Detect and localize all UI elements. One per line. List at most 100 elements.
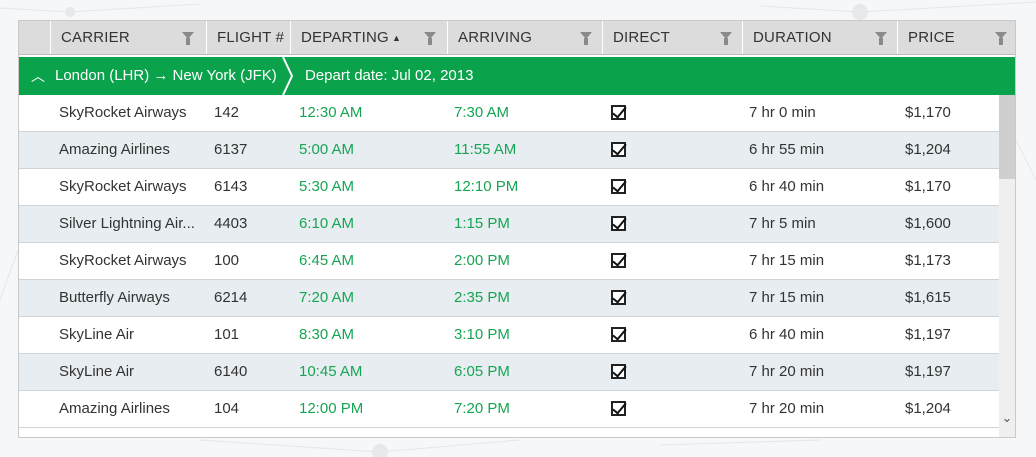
checkbox-checked-icon <box>611 364 626 379</box>
duration-cell: 7 hr 20 min <box>749 400 825 417</box>
checkbox-checked-icon <box>611 327 626 342</box>
vertical-scrollbar[interactable]: ⌄ <box>999 95 1015 437</box>
duration-cell: 7 hr 5 min <box>749 215 816 232</box>
duration-cell: 7 hr 0 min <box>749 104 816 121</box>
flight-cell: 6143 <box>214 178 248 195</box>
column-header-row: CARRIER FLIGHT # DEPARTING ▲ ARRIVING DIR… <box>19 21 1015 55</box>
arriving-cell: 11:55 AM <box>454 141 517 158</box>
group-depart-date: Depart date: Jul 02, 2013 <box>305 67 474 84</box>
table-row[interactable]: Silver Lightning Air... 4403 6:10 AM 1:15 P… <box>19 206 999 243</box>
table-row[interactable]: SkyRocket Airways 142 12:30 AM 7:30 AM 7 hr … <box>19 95 999 132</box>
table-row[interactable]: SkyLine Air 101 8:30 AM 3:10 PM 6 hr 40 min $… <box>19 317 999 354</box>
departing-cell: 6:10 AM <box>299 215 355 232</box>
scrollbar-thumb[interactable] <box>999 95 1015 179</box>
price-cell: $1,170 <box>905 178 951 195</box>
column-label: CARRIER <box>61 29 130 46</box>
departing-cell: 10:45 AM <box>299 363 363 380</box>
column-label: DEPARTING <box>301 29 389 46</box>
checkbox-checked-icon <box>611 401 626 416</box>
carrier-cell: SkyLine Air <box>59 326 135 343</box>
flights-grid: CARRIER FLIGHT # DEPARTING ▲ ARRIVING DIR… <box>18 20 1016 438</box>
price-cell: $1,615 <box>905 289 951 306</box>
arriving-cell: 6:05 PM <box>454 363 510 380</box>
duration-cell: 7 hr 15 min <box>749 252 825 269</box>
column-header-arriving[interactable]: ARRIVING <box>447 21 602 54</box>
carrier-cell: Silver Lightning Air... <box>59 215 195 232</box>
price-cell: $1,197 <box>905 326 951 343</box>
funnel-icon[interactable] <box>995 32 1007 45</box>
price-cell: $1,197 <box>905 363 951 380</box>
price-cell: $1,173 <box>905 252 951 269</box>
price-cell: $1,600 <box>905 215 951 232</box>
duration-cell: 6 hr 55 min <box>749 141 825 158</box>
duration-cell: 6 hr 40 min <box>749 178 825 195</box>
flight-cell: 101 <box>214 326 240 343</box>
departing-cell: 8:30 AM <box>299 326 355 343</box>
header-spacer <box>19 21 50 54</box>
departing-cell: 7:20 AM <box>299 289 355 306</box>
price-cell: $1,204 <box>905 400 951 417</box>
grid-body: SkyRocket Airways 142 12:30 AM 7:30 AM 7 hr … <box>19 95 999 437</box>
table-row[interactable]: Amazing Airlines 104 12:00 PM 7:20 PM 7 hr 2… <box>19 391 999 428</box>
arriving-cell: 7:20 PM <box>454 400 510 417</box>
departing-cell: 5:30 AM <box>299 178 355 195</box>
carrier-cell: SkyRocket Airways <box>59 178 187 195</box>
checkbox-checked-icon <box>611 142 626 157</box>
chevron-up-icon[interactable]: ︿ <box>31 57 45 95</box>
departing-cell: 5:00 AM <box>299 141 355 158</box>
duration-cell: 7 hr 20 min <box>749 363 825 380</box>
flight-cell: 6214 <box>214 289 248 306</box>
funnel-icon[interactable] <box>424 32 436 45</box>
carrier-cell: Butterfly Airways <box>59 289 170 306</box>
departing-cell: 6:45 AM <box>299 252 355 269</box>
column-header-carrier[interactable]: CARRIER <box>50 21 206 54</box>
table-row[interactable]: SkyRocket Airways 100 6:45 AM 2:00 PM 7 hr 1… <box>19 243 999 280</box>
arriving-cell: 7:30 AM <box>454 104 510 121</box>
carrier-cell: SkyRocket Airways <box>59 252 187 269</box>
carrier-cell: SkyLine Air <box>59 363 135 380</box>
carrier-cell: Amazing Airlines <box>59 400 170 417</box>
checkbox-checked-icon <box>611 179 626 194</box>
flight-cell: 6137 <box>214 141 248 158</box>
price-cell: $1,204 <box>905 141 951 158</box>
chevron-down-icon[interactable]: ⌄ <box>1001 411 1013 425</box>
funnel-icon[interactable] <box>580 32 592 45</box>
funnel-icon[interactable] <box>720 32 732 45</box>
column-header-direct[interactable]: DIRECT <box>602 21 742 54</box>
arriving-cell: 3:10 PM <box>454 326 510 343</box>
arriving-cell: 1:15 PM <box>454 215 510 232</box>
carrier-cell: SkyRocket Airways <box>59 104 187 121</box>
arriving-cell: 2:00 PM <box>454 252 510 269</box>
column-header-flight[interactable]: FLIGHT # <box>206 21 290 54</box>
checkbox-checked-icon <box>611 253 626 268</box>
flight-cell: 4403 <box>214 215 248 232</box>
arriving-cell: 2:35 PM <box>454 289 510 306</box>
table-row[interactable]: SkyRocket Airways 6143 5:30 AM 12:10 PM 6 hr… <box>19 169 999 206</box>
column-label: PRICE <box>908 29 955 46</box>
funnel-icon[interactable] <box>182 32 194 45</box>
flight-cell: 104 <box>214 400 240 417</box>
departing-cell: 12:00 PM <box>299 400 364 417</box>
table-row[interactable]: Butterfly Airways 6214 7:20 AM 2:35 PM 7 hr … <box>19 280 999 317</box>
checkbox-checked-icon <box>611 105 626 120</box>
checkbox-checked-icon <box>611 290 626 305</box>
table-row[interactable]: SkyLine Air 6140 10:45 AM 6:05 PM 7 hr 20 mi… <box>19 354 999 391</box>
flight-cell: 142 <box>214 104 240 121</box>
flight-cell: 100 <box>214 252 240 269</box>
funnel-icon[interactable] <box>875 32 887 45</box>
arriving-cell: 12:10 PM <box>454 178 519 195</box>
duration-cell: 6 hr 40 min <box>749 326 825 343</box>
group-route: London (LHR) → New York (JFK) <box>55 67 277 84</box>
column-label: DURATION <box>753 29 832 46</box>
group-header-row[interactable]: ︿ London (LHR) → New York (JFK) Depart d… <box>19 57 1015 95</box>
sort-ascending-icon: ▲ <box>391 33 402 43</box>
column-header-duration[interactable]: DURATION <box>742 21 897 54</box>
table-row[interactable]: Amazing Airlines 6137 5:00 AM 11:55 AM 6 hr … <box>19 132 999 169</box>
departing-cell: 12:30 AM <box>299 104 363 121</box>
column-header-departing[interactable]: DEPARTING ▲ <box>290 21 447 54</box>
duration-cell: 7 hr 15 min <box>749 289 825 306</box>
column-label: ARRIVING <box>458 29 533 46</box>
column-header-price[interactable]: PRICE <box>897 21 1015 54</box>
price-cell: $1,170 <box>905 104 951 121</box>
flight-cell: 6140 <box>214 363 248 380</box>
